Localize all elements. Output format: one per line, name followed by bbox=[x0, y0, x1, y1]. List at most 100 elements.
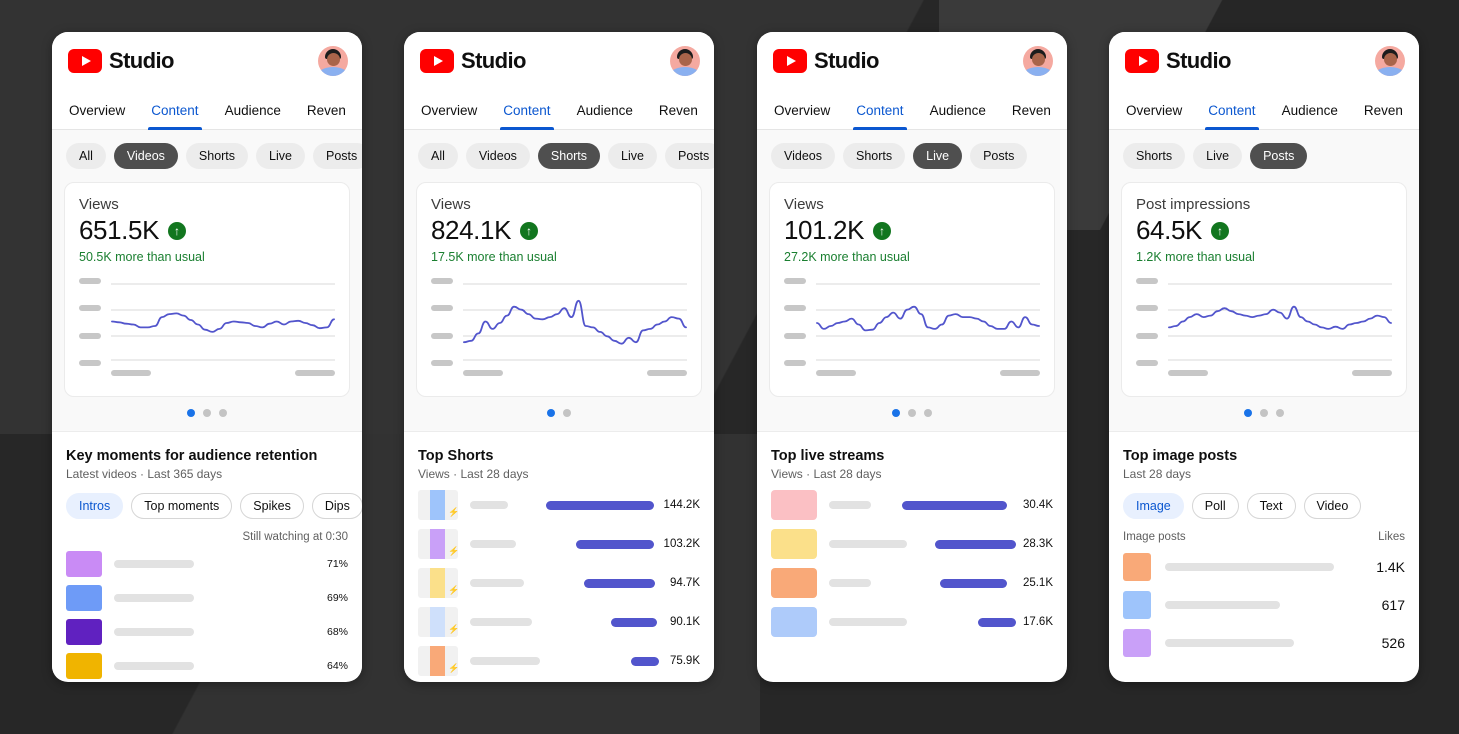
list-item[interactable]: 17.6K bbox=[771, 607, 1053, 637]
thumbnail-color-strip bbox=[430, 529, 445, 559]
title-placeholder-zone bbox=[458, 501, 529, 509]
chip-live[interactable]: Live bbox=[1193, 143, 1243, 169]
tab-reven[interactable]: Reven bbox=[294, 90, 359, 130]
tab-overview[interactable]: Overview bbox=[1113, 90, 1195, 130]
list-item[interactable]: 25.1K bbox=[771, 568, 1053, 598]
list-item[interactable]: 1.4K bbox=[1123, 553, 1405, 581]
chip-shorts[interactable]: Shorts bbox=[843, 143, 906, 169]
carousel-dot[interactable] bbox=[563, 409, 571, 417]
tab-audience[interactable]: Audience bbox=[564, 90, 646, 130]
carousel-dot[interactable] bbox=[547, 409, 555, 417]
carousel-dot[interactable] bbox=[1276, 409, 1284, 417]
chip-all[interactable]: All bbox=[418, 143, 458, 169]
carousel-dot[interactable] bbox=[924, 409, 932, 417]
chip-posts[interactable]: Posts bbox=[1250, 143, 1308, 169]
carousel-dot[interactable] bbox=[1260, 409, 1268, 417]
user-avatar-icon[interactable] bbox=[1375, 46, 1405, 76]
tab-content[interactable]: Content bbox=[138, 90, 211, 130]
value-bar bbox=[610, 617, 657, 627]
subchip-top-moments[interactable]: Top moments bbox=[131, 493, 233, 519]
likes-value: 526 bbox=[1381, 635, 1405, 651]
tab-reven[interactable]: Reven bbox=[1351, 90, 1416, 130]
x-axis-label-placeholder bbox=[111, 370, 151, 376]
carousel-dot[interactable] bbox=[219, 409, 227, 417]
y-axis-label-placeholder bbox=[79, 305, 101, 312]
metric-card[interactable]: Views 101.2K ↑ 27.2K more than usual bbox=[769, 182, 1055, 397]
chip-shorts[interactable]: Shorts bbox=[537, 143, 601, 169]
chip-shorts[interactable]: Shorts bbox=[1123, 143, 1186, 169]
list-item[interactable]: 617 bbox=[1123, 591, 1405, 619]
bar-zone bbox=[529, 539, 654, 549]
list-item[interactable]: ⚡ 90.1K bbox=[418, 607, 700, 637]
tab-audience[interactable]: Audience bbox=[917, 90, 999, 130]
app-header: Studio bbox=[404, 32, 714, 90]
tab-reven[interactable]: Reven bbox=[646, 90, 711, 130]
tab-content[interactable]: Content bbox=[490, 90, 563, 130]
user-avatar-icon[interactable] bbox=[670, 46, 700, 76]
tab-content[interactable]: Content bbox=[1195, 90, 1268, 130]
tab-audience[interactable]: Audience bbox=[212, 90, 294, 130]
tab-reven[interactable]: Reven bbox=[999, 90, 1064, 130]
tab-overview[interactable]: Overview bbox=[408, 90, 490, 130]
title-placeholder-zone bbox=[458, 540, 529, 548]
subchip-poll[interactable]: Poll bbox=[1191, 493, 1239, 519]
subchip-video[interactable]: Video bbox=[1303, 493, 1362, 519]
nav-tabs: Overview Content Audience Reven bbox=[404, 90, 714, 130]
list-item[interactable]: ⚡ 94.7K bbox=[418, 568, 700, 598]
chip-videos[interactable]: Videos bbox=[771, 143, 835, 169]
chip-live[interactable]: Live bbox=[913, 143, 963, 169]
metric-card[interactable]: Views 651.5K ↑ 50.5K more than usual bbox=[64, 182, 350, 397]
list-item[interactable]: 71% bbox=[66, 551, 348, 577]
section-title: Key moments for audience retention bbox=[66, 448, 318, 464]
metric-card[interactable]: Views 824.1K ↑ 17.5K more than usual bbox=[416, 182, 702, 397]
post-title-placeholder bbox=[1165, 639, 1294, 647]
list-item[interactable]: 64% bbox=[66, 653, 348, 679]
tab-audience[interactable]: Audience bbox=[1269, 90, 1351, 130]
section-subtitle: Last 28 days bbox=[1123, 467, 1192, 481]
list-item[interactable]: 68% bbox=[66, 619, 348, 645]
user-avatar-icon[interactable] bbox=[1023, 46, 1053, 76]
chip-live[interactable]: Live bbox=[608, 143, 657, 169]
column-headers: Image posts Likes bbox=[1123, 531, 1405, 543]
chip-live[interactable]: Live bbox=[256, 143, 305, 169]
list-item[interactable]: 526 bbox=[1123, 629, 1405, 657]
chip-posts[interactable]: Posts bbox=[312, 143, 362, 169]
shorts-bolt-icon: ⚡ bbox=[448, 585, 458, 595]
chip-posts[interactable]: Posts bbox=[664, 143, 714, 169]
carousel-dot[interactable] bbox=[892, 409, 900, 417]
chip-videos[interactable]: Videos bbox=[465, 143, 530, 169]
x-axis-label-placeholder bbox=[1352, 370, 1392, 376]
play-triangle-icon bbox=[81, 56, 91, 66]
tab-content[interactable]: Content bbox=[843, 90, 916, 130]
chip-all[interactable]: All bbox=[66, 143, 106, 169]
y-axis-label-placeholder bbox=[1136, 332, 1158, 339]
carousel-dot[interactable] bbox=[908, 409, 916, 417]
brand-title: Studio bbox=[109, 48, 174, 73]
subchip-dips[interactable]: Dips bbox=[311, 493, 362, 519]
video-title-placeholder bbox=[114, 628, 194, 636]
list-item[interactable]: ⚡ 103.2K bbox=[418, 529, 700, 559]
sparkline-chart bbox=[1168, 283, 1392, 361]
tab-overview[interactable]: Overview bbox=[56, 90, 138, 130]
subchip-spikes[interactable]: Spikes bbox=[240, 493, 304, 519]
short-thumbnail: ⚡ bbox=[418, 568, 458, 598]
user-avatar-icon[interactable] bbox=[318, 46, 348, 76]
subchip-image[interactable]: Image bbox=[1123, 493, 1184, 519]
y-axis-label-placeholder bbox=[1136, 278, 1158, 284]
carousel-dot[interactable] bbox=[203, 409, 211, 417]
carousel-dot[interactable] bbox=[187, 409, 195, 417]
tab-overview[interactable]: Overview bbox=[761, 90, 843, 130]
carousel-dot[interactable] bbox=[1244, 409, 1252, 417]
chip-posts[interactable]: Posts bbox=[970, 143, 1028, 169]
chip-videos[interactable]: Videos bbox=[113, 143, 178, 169]
list-item[interactable]: ⚡ 75.9K bbox=[418, 646, 700, 676]
list-item[interactable]: 69% bbox=[66, 585, 348, 611]
metric-value: 101.2K bbox=[784, 215, 865, 245]
list-item[interactable]: 28.3K bbox=[771, 529, 1053, 559]
list-item[interactable]: 30.4K bbox=[771, 490, 1053, 520]
subchip-intros[interactable]: Intros bbox=[66, 493, 124, 519]
metric-card[interactable]: Post impressions 64.5K ↑ 1.2K more than usu… bbox=[1121, 182, 1407, 397]
chip-shorts[interactable]: Shorts bbox=[185, 143, 249, 169]
list-item[interactable]: ⚡ 144.2K bbox=[418, 490, 700, 520]
subchip-text[interactable]: Text bbox=[1246, 493, 1296, 519]
